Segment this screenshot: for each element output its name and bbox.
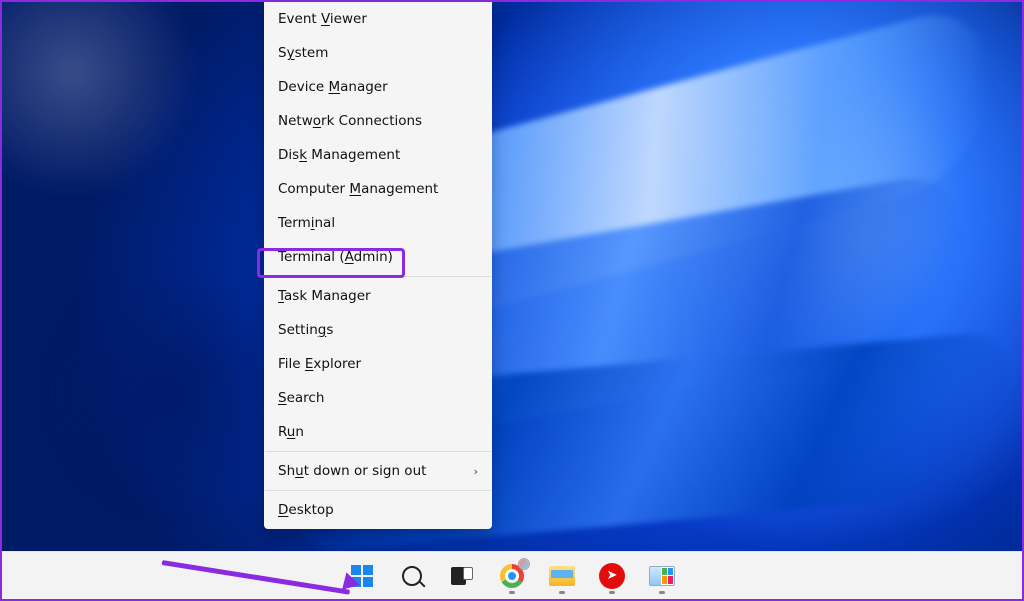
winx-power-user-menu[interactable]: Event Viewer System Device Manager Network … bbox=[264, 2, 492, 529]
menu-item-terminal[interactable]: Terminal bbox=[264, 206, 492, 240]
menu-item-event-viewer[interactable]: Event Viewer bbox=[264, 2, 492, 36]
menu-item-label: Event Viewer bbox=[278, 11, 367, 27]
menu-item-shutdown-signout[interactable]: Shut down or sign out › bbox=[264, 454, 492, 488]
menu-item-label: Settings bbox=[278, 322, 333, 338]
menu-item-task-manager[interactable]: Task Manager bbox=[264, 279, 492, 313]
taskbar-chrome[interactable] bbox=[492, 556, 532, 596]
menu-item-label: Run bbox=[278, 424, 304, 440]
taskbar: ➤ bbox=[2, 551, 1022, 599]
menu-item-label: Task Manager bbox=[278, 288, 371, 304]
menu-item-network-connections[interactable]: Network Connections bbox=[264, 104, 492, 138]
taskbar-search-button[interactable] bbox=[392, 556, 432, 596]
task-view-icon bbox=[451, 567, 473, 585]
profile-badge-icon bbox=[518, 558, 530, 570]
menu-item-computer-management[interactable]: Computer Management bbox=[264, 172, 492, 206]
desktop-wallpaper bbox=[2, 2, 1022, 599]
menu-separator bbox=[265, 490, 491, 491]
menu-item-run[interactable]: Run bbox=[264, 415, 492, 449]
menu-item-label: Disk Management bbox=[278, 147, 400, 163]
search-icon bbox=[402, 566, 422, 586]
running-indicator bbox=[559, 591, 565, 594]
annotation-arrow-to-start bbox=[162, 560, 352, 565]
menu-separator bbox=[265, 276, 491, 277]
menu-item-settings[interactable]: Settings bbox=[264, 313, 492, 347]
running-indicator bbox=[609, 591, 615, 594]
menu-item-label: Terminal (Admin) bbox=[278, 249, 393, 265]
menu-item-system[interactable]: System bbox=[264, 36, 492, 70]
menu-item-label: Search bbox=[278, 390, 324, 406]
taskbar-red-app[interactable]: ➤ bbox=[592, 556, 632, 596]
menu-item-disk-management[interactable]: Disk Management bbox=[264, 138, 492, 172]
taskbar-file-explorer[interactable] bbox=[542, 556, 582, 596]
app-icon: ➤ bbox=[599, 563, 625, 589]
taskbar-control-panel[interactable] bbox=[642, 556, 682, 596]
wallpaper-glow bbox=[2, 2, 222, 222]
folder-icon bbox=[549, 566, 575, 586]
menu-item-label: Desktop bbox=[278, 502, 334, 518]
control-panel-icon bbox=[649, 566, 675, 586]
chevron-right-icon: › bbox=[474, 465, 478, 478]
menu-item-label: File Explorer bbox=[278, 356, 361, 372]
menu-separator bbox=[265, 451, 491, 452]
menu-item-file-explorer[interactable]: File Explorer bbox=[264, 347, 492, 381]
menu-item-label: System bbox=[278, 45, 328, 61]
menu-item-label: Computer Management bbox=[278, 181, 438, 197]
menu-item-label: Shut down or sign out bbox=[278, 463, 426, 479]
running-indicator bbox=[509, 591, 515, 594]
task-view-button[interactable] bbox=[442, 556, 482, 596]
menu-item-label: Network Connections bbox=[278, 113, 422, 129]
wallpaper-shadow bbox=[42, 262, 302, 522]
menu-item-desktop[interactable]: Desktop bbox=[264, 493, 492, 527]
menu-item-device-manager[interactable]: Device Manager bbox=[264, 70, 492, 104]
menu-item-label: Device Manager bbox=[278, 79, 388, 95]
menu-item-search[interactable]: Search bbox=[264, 381, 492, 415]
running-indicator bbox=[659, 591, 665, 594]
menu-item-terminal-admin[interactable]: Terminal (Admin) bbox=[264, 240, 492, 274]
menu-item-label: Terminal bbox=[278, 215, 335, 231]
